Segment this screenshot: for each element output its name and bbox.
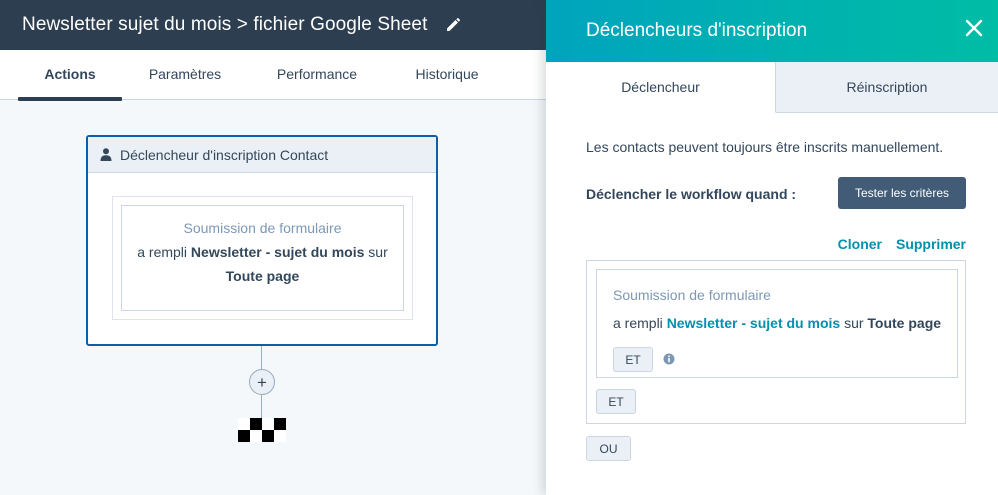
filter-box[interactable]: Soumission de formulaire a rempli Newsle… [596,269,958,378]
or-group-button[interactable]: OU [586,436,631,461]
trigger-when-label: Déclencher le workflow quand : [586,186,797,202]
info-icon[interactable] [663,352,675,365]
enrollment-triggers-panel: Déclencheurs d'inscription Déclencheur R… [546,0,998,495]
and-group-button[interactable]: ET [596,389,636,414]
tab-reinscription[interactable]: Réinscription [776,62,998,113]
filter-prefix: a rempli [613,315,663,331]
filter-page: Toute page [225,268,300,284]
workflow-tabs: Actions Paramètres Performance Historiqu… [0,50,546,101]
filter-group: Soumission de formulaire a rempli Newsle… [586,260,966,424]
filter-page: Toute page [867,315,942,331]
test-criteria-button[interactable]: Tester les critères [838,177,966,209]
trigger-filter-group: Soumission de formulaire a rempli Newsle… [112,196,413,320]
filter-description: a rempli Newsletter - sujet du mois sur … [613,315,957,331]
close-icon[interactable] [964,18,984,38]
filter-form-name: Newsletter - sujet du mois [190,244,365,260]
add-action-button[interactable]: + [249,369,275,395]
tab-performance[interactable]: Performance [266,50,368,100]
end-flag-icon [238,418,286,442]
trigger-filter: Soumission de formulaire a rempli Newsle… [121,205,404,311]
filter-description: a rempli Newsletter - sujet du mois sur … [122,240,403,288]
panel-tabs: Déclencheur Réinscription [546,62,998,113]
panel-title: Déclencheurs d'inscription [586,20,808,41]
filter-type: Soumission de formulaire [613,287,771,303]
filter-middle: sur [368,244,388,260]
filter-middle: sur [844,315,864,331]
clone-link[interactable]: Cloner [838,236,882,252]
form-name-link[interactable]: Newsletter - sujet du mois [667,315,840,331]
filter-prefix: a rempli [137,244,188,260]
tab-parametres[interactable]: Paramètres [136,50,234,100]
filter-actions: Cloner Supprimer [838,236,966,252]
delete-link[interactable]: Supprimer [896,236,966,252]
tab-historique[interactable]: Historique [402,50,492,100]
tab-actions[interactable]: Actions [18,50,122,101]
trigger-card-title: Déclencheur d'inscription Contact [120,146,329,163]
enrollment-trigger-card[interactable]: Déclencheur d'inscription Contact Soumis… [86,135,438,346]
panel-header: Déclencheurs d'inscription [546,0,998,62]
user-icon [100,148,112,161]
trigger-card-header: Déclencheur d'inscription Contact [88,137,436,173]
pencil-icon[interactable] [445,17,461,33]
workflow-canvas: Déclencheur d'inscription Contact Soumis… [0,101,546,495]
workflow-title[interactable]: Newsletter sujet du mois > fichier Googl… [22,14,427,36]
tab-declencheur[interactable]: Déclencheur [546,62,776,113]
workflow-header: Newsletter sujet du mois > fichier Googl… [0,0,546,50]
manual-enroll-info: Les contacts peuvent toujours être inscr… [586,139,944,155]
filter-type: Soumission de formulaire [183,220,342,236]
and-filter-button[interactable]: ET [613,347,653,372]
